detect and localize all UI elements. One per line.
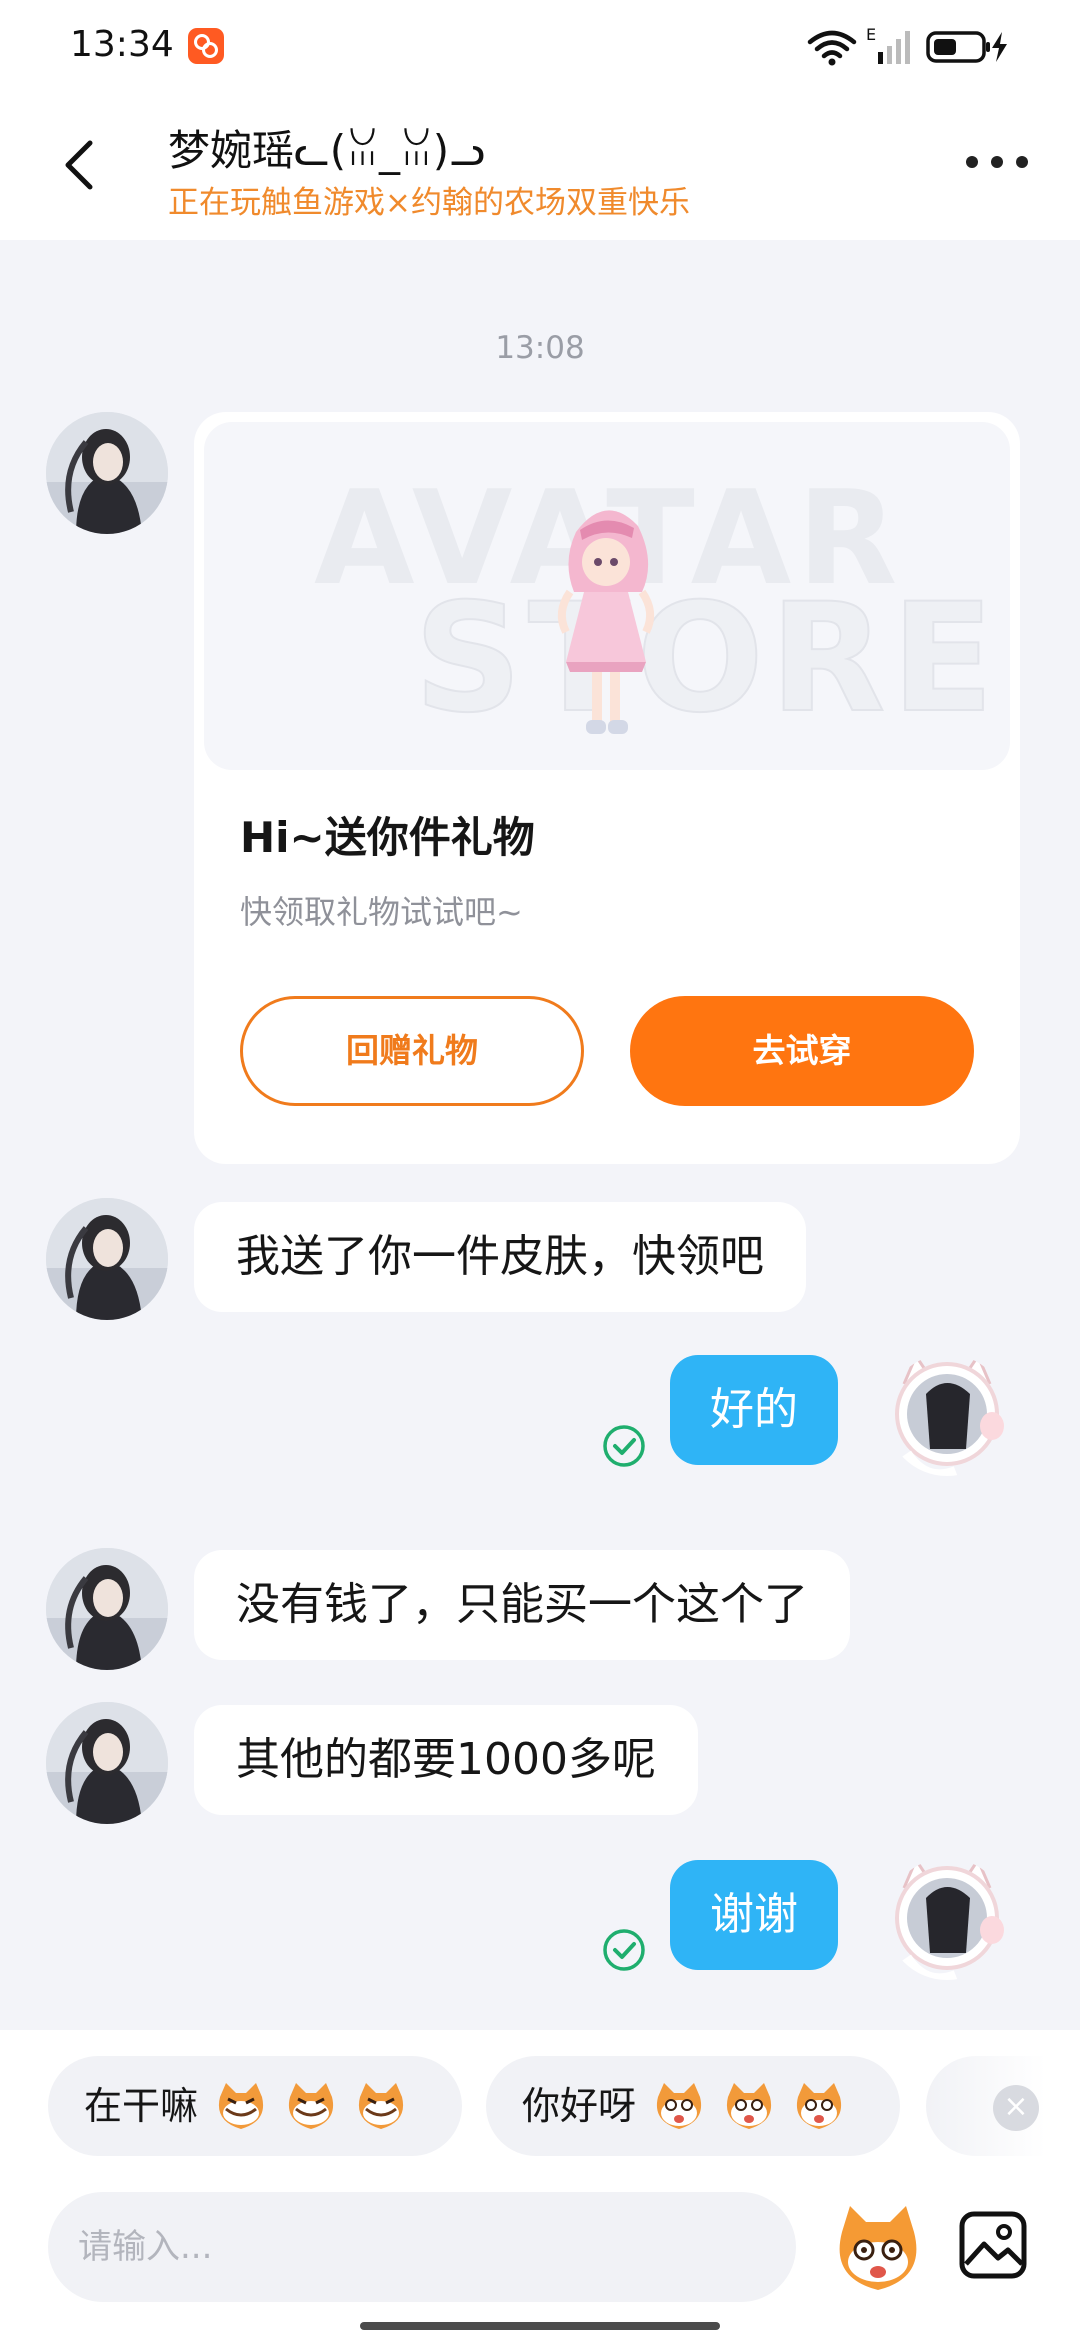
message-bubble-outgoing[interactable]: 谢谢 — [670, 1860, 838, 1970]
gift-banner: AVATAR STORE — [204, 422, 1010, 770]
chat-header: 梦婉瑶ᓚ(ꈍ_ꈍ)ᓗ 正在玩触鱼游戏×约翰的农场双重快乐 — [0, 95, 1080, 240]
close-icon[interactable]: × — [993, 2085, 1039, 2131]
read-check-icon — [603, 1425, 645, 1467]
message-bubble-incoming[interactable]: 没有钱了，只能买一个这个了 — [194, 1550, 850, 1660]
contact-avatar[interactable] — [46, 412, 168, 534]
signal-icon: E — [866, 26, 910, 64]
grinning-cat-emoji — [218, 2083, 264, 2129]
status-time: 13:34 — [70, 24, 174, 65]
banner-text-store: STORE — [413, 571, 1000, 747]
contact-name[interactable]: 梦婉瑶ᓚ(ꈍ_ꈍ)ᓗ — [168, 117, 485, 178]
quick-reply-chip[interactable]: 在干嘛 — [48, 2056, 462, 2156]
contact-status: 正在玩触鱼游戏×约翰的农场双重快乐 — [168, 185, 690, 221]
message-input[interactable] — [78, 2192, 768, 2302]
quick-reply-text: 你好呀 — [522, 2084, 637, 2128]
gift-card-title: Hi~送你件礼物 — [240, 813, 535, 862]
app-notification-icon — [188, 28, 224, 64]
contact-avatar[interactable] — [46, 1702, 168, 1824]
message-timestamp: 13:08 — [495, 330, 585, 366]
try-on-button[interactable]: 去试穿 — [630, 996, 974, 1106]
status-bar: 13:34 E — [0, 0, 1080, 95]
contact-avatar[interactable] — [46, 1198, 168, 1320]
quick-reply-bar: 在干嘛 你好呀 × 请输入... — [0, 2030, 1080, 2340]
gift-card-description: 快领取礼物试试吧~ — [240, 893, 523, 931]
smiling-cat-emoji — [726, 2083, 772, 2129]
grinning-cat-emoji — [358, 2083, 404, 2129]
message-input-box[interactable] — [48, 2192, 796, 2302]
chevron-left-icon[interactable] — [54, 135, 114, 195]
quick-reply-text: 在干嘛 — [84, 2084, 199, 2128]
my-avatar[interactable] — [886, 1858, 1008, 1980]
gift-card[interactable]: AVATAR STORE Hi~送你件礼物 快领取礼物试试吧~ 回赠礼物 去试穿 — [194, 412, 1020, 1164]
home-indicator[interactable] — [360, 2322, 720, 2330]
network-label: E — [866, 26, 876, 44]
read-check-icon — [603, 1929, 645, 1971]
message-bubble-incoming[interactable]: 其他的都要1000多呢 — [194, 1705, 698, 1815]
wifi-icon — [807, 30, 857, 66]
message-bubble-incoming[interactable]: 我送了你一件皮肤，快领吧 — [194, 1202, 806, 1312]
cat-sticker-icon[interactable] — [828, 2198, 928, 2298]
avatar-doll-image — [557, 510, 655, 734]
my-avatar[interactable] — [886, 1354, 1008, 1476]
smiling-cat-emoji — [796, 2083, 842, 2129]
image-icon[interactable] — [958, 2210, 1028, 2280]
quick-reply-chip[interactable]: 你好呀 — [486, 2056, 900, 2156]
message-bubble-outgoing[interactable]: 好的 — [670, 1355, 838, 1465]
return-gift-button[interactable]: 回赠礼物 — [240, 996, 584, 1106]
contact-avatar[interactable] — [46, 1548, 168, 1670]
more-dots-icon[interactable] — [962, 147, 1032, 177]
battery-charging-icon — [926, 31, 1007, 63]
grinning-cat-emoji — [288, 2083, 334, 2129]
smiling-cat-emoji — [656, 2083, 702, 2129]
